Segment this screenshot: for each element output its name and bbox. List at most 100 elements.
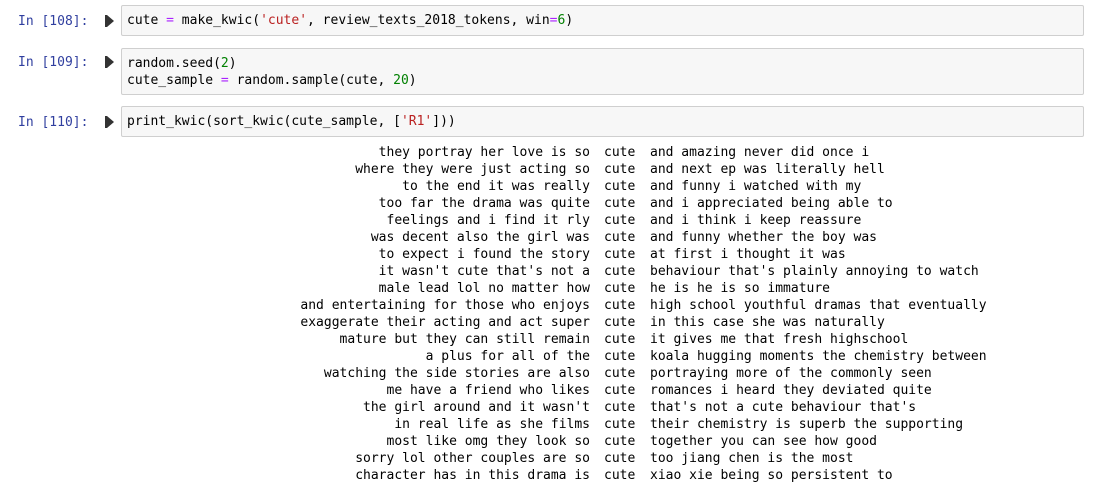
kwic-right-context: their chemistry is superb the supporting: [650, 417, 964, 432]
code-token: ): [408, 73, 417, 88]
kwic-keyword: cute: [604, 451, 636, 466]
code-input[interactable]: random.seed(2) cute_sample = random.samp…: [121, 48, 1084, 95]
kwic-right-context: behaviour that's plainly annoying to wat…: [650, 264, 979, 279]
kwic-right-context: and i appreciated being able to: [650, 196, 893, 211]
code-line: print_kwic(sort_kwic(cute_sample, ['R1']…: [127, 113, 456, 130]
code-cell-109[interactable]: In [109]: random.seed(2) cute_sample = r…: [0, 48, 1103, 96]
code-token: random.sample(cute,: [228, 73, 394, 88]
kwic-keyword: cute: [604, 400, 636, 415]
kwic-left-context: a plus for all of the: [425, 349, 590, 364]
kwic-left-context: it wasn't cute that's not a: [378, 264, 590, 279]
code-cell-108[interactable]: In [108]: cute = make_kwic('cute', revie…: [0, 5, 1103, 37]
kwic-keyword: cute: [604, 417, 636, 432]
code-input[interactable]: cute = make_kwic('cute', review_texts_20…: [121, 5, 1084, 36]
kwic-keyword: cute: [604, 332, 636, 347]
kwic-left-context: in real life as she films: [394, 417, 590, 432]
kwic-keyword: cute: [604, 230, 636, 245]
code-cell-110[interactable]: In [110]: print_kwic(sort_kwic(cute_samp…: [0, 106, 1103, 138]
kwic-keyword: cute: [604, 349, 636, 364]
code-input[interactable]: print_kwic(sort_kwic(cute_sample, ['R1']…: [121, 106, 1084, 137]
run-cell-icon[interactable]: [105, 56, 114, 68]
kwic-row: male lead lol no matter how cute he is he …: [121, 280, 1084, 297]
kwic-row: character has in this drama is cute xiao x…: [121, 467, 1084, 484]
kwic-right-context: too jiang chen is the most: [650, 451, 854, 466]
kwic-right-context: portraying more of the commonly seen: [650, 366, 932, 381]
kwic-left-context: was decent also the girl was: [370, 230, 590, 245]
kwic-right-context: at first i thought it was: [650, 247, 846, 262]
kwic-keyword: cute: [604, 281, 636, 296]
kwic-keyword: cute: [604, 196, 636, 211]
cell-prompt: In [109]:: [18, 55, 89, 70]
code-token: make_kwic(: [173, 13, 261, 28]
cell-output: they portray her love is so cute and amazi…: [121, 144, 1084, 484]
code-token: cute: [127, 13, 167, 28]
kwic-right-context: and i think i keep reassure: [650, 213, 862, 228]
kwic-left-context: me have a friend who likes: [386, 383, 591, 398]
kwic-keyword: cute: [604, 247, 636, 262]
code-line: cute = make_kwic('cute', review_texts_20…: [127, 12, 573, 29]
kwic-keyword: cute: [604, 264, 636, 279]
kwic-keyword: cute: [604, 315, 636, 330]
code-token: cute_sample: [127, 73, 221, 88]
kwic-right-context: xiao xie being so persistent to: [650, 468, 893, 483]
kwic-keyword: cute: [604, 213, 636, 228]
kwic-row: was decent also the girl was cute and funn…: [121, 229, 1084, 246]
kwic-keyword: cute: [604, 162, 636, 177]
code-token: ): [565, 13, 574, 28]
code-line: cute_sample = random.sample(cute, 20): [127, 72, 417, 89]
kwic-row: a plus for all of the cute koala hugging m…: [121, 348, 1084, 365]
kwic-keyword: cute: [604, 145, 636, 160]
code-token: 'R1': [400, 114, 433, 129]
code-token: , review_texts_2018_tokens, win: [307, 13, 550, 28]
kwic-left-context: mature but they can still remain: [339, 332, 590, 347]
kwic-row: watching the side stories are also cute po…: [121, 365, 1084, 382]
kwic-row: where they were just acting so cute and ne…: [121, 161, 1084, 178]
kwic-left-context: they portray her love is so: [378, 145, 590, 160]
kwic-left-context: sorry lol other couples are so: [355, 451, 590, 466]
run-cell-icon[interactable]: [105, 116, 114, 128]
kwic-row: me have a friend who likes cute romances i…: [121, 382, 1084, 399]
kwic-left-context: and entertaining for those who enjoys: [300, 298, 590, 313]
kwic-left-context: character has in this drama is: [355, 468, 590, 483]
kwic-right-context: high school youthful dramas that eventua…: [650, 298, 987, 313]
kwic-left-context: exaggerate their acting and act super: [300, 315, 590, 330]
run-cell-icon[interactable]: [105, 15, 114, 27]
kwic-row: to the end it was really cute and funny i …: [121, 178, 1084, 195]
code-token: random.seed(: [127, 56, 221, 71]
code-token: =: [166, 13, 174, 28]
kwic-left-context: where they were just acting so: [355, 162, 590, 177]
cell-prompt: In [110]:: [18, 115, 89, 130]
kwic-right-context: and amazing never did once i: [650, 145, 870, 160]
code-token: 2: [220, 56, 229, 71]
code-token: =: [220, 73, 229, 88]
kwic-row: the girl around and it wasn't cute that's …: [121, 399, 1084, 416]
kwic-row: mature but they can still remain cute it g…: [121, 331, 1084, 348]
kwic-right-context: together you can see how good: [650, 434, 877, 449]
code-token: ])): [432, 114, 456, 129]
kwic-row: and entertaining for those who enjoys cut…: [121, 297, 1084, 314]
kwic-row: they portray her love is so cute and amazi…: [121, 144, 1084, 161]
kwic-left-context: to expect i found the story: [378, 247, 590, 262]
code-token: print_kwic(sort_kwic(cute_sample, [: [127, 114, 401, 129]
kwic-left-context: the girl around and it wasn't: [363, 400, 590, 415]
kwic-left-context: too far the drama was quite: [378, 196, 590, 211]
kwic-row: feelings and i find it rly cute and i thin…: [121, 212, 1084, 229]
kwic-row: to expect i found the story cute at first …: [121, 246, 1084, 263]
cell-prompt: In [108]:: [18, 14, 89, 29]
kwic-left-context: watching the side stories are also: [323, 366, 590, 381]
kwic-right-context: it gives me that fresh highschool: [650, 332, 909, 347]
kwic-row: sorry lol other couples are so cute too ji…: [121, 450, 1084, 467]
kwic-row: most like omg they look so cute together y…: [121, 433, 1084, 450]
kwic-row: exaggerate their acting and act super cut…: [121, 314, 1084, 331]
kwic-left-context: most like omg they look so: [386, 434, 591, 449]
kwic-row: in real life as she films cute their chemi…: [121, 416, 1084, 433]
kwic-right-context: in this case she was naturally: [650, 315, 885, 330]
code-token: =: [549, 13, 558, 28]
kwic-left-context: to the end it was really: [402, 179, 590, 194]
kwic-keyword: cute: [604, 366, 636, 381]
code-line: random.seed(2): [127, 55, 237, 72]
kwic-right-context: and funny i watched with my: [650, 179, 862, 194]
code-token: ): [228, 56, 237, 71]
code-token: 'cute': [260, 13, 308, 28]
kwic-keyword: cute: [604, 298, 636, 313]
